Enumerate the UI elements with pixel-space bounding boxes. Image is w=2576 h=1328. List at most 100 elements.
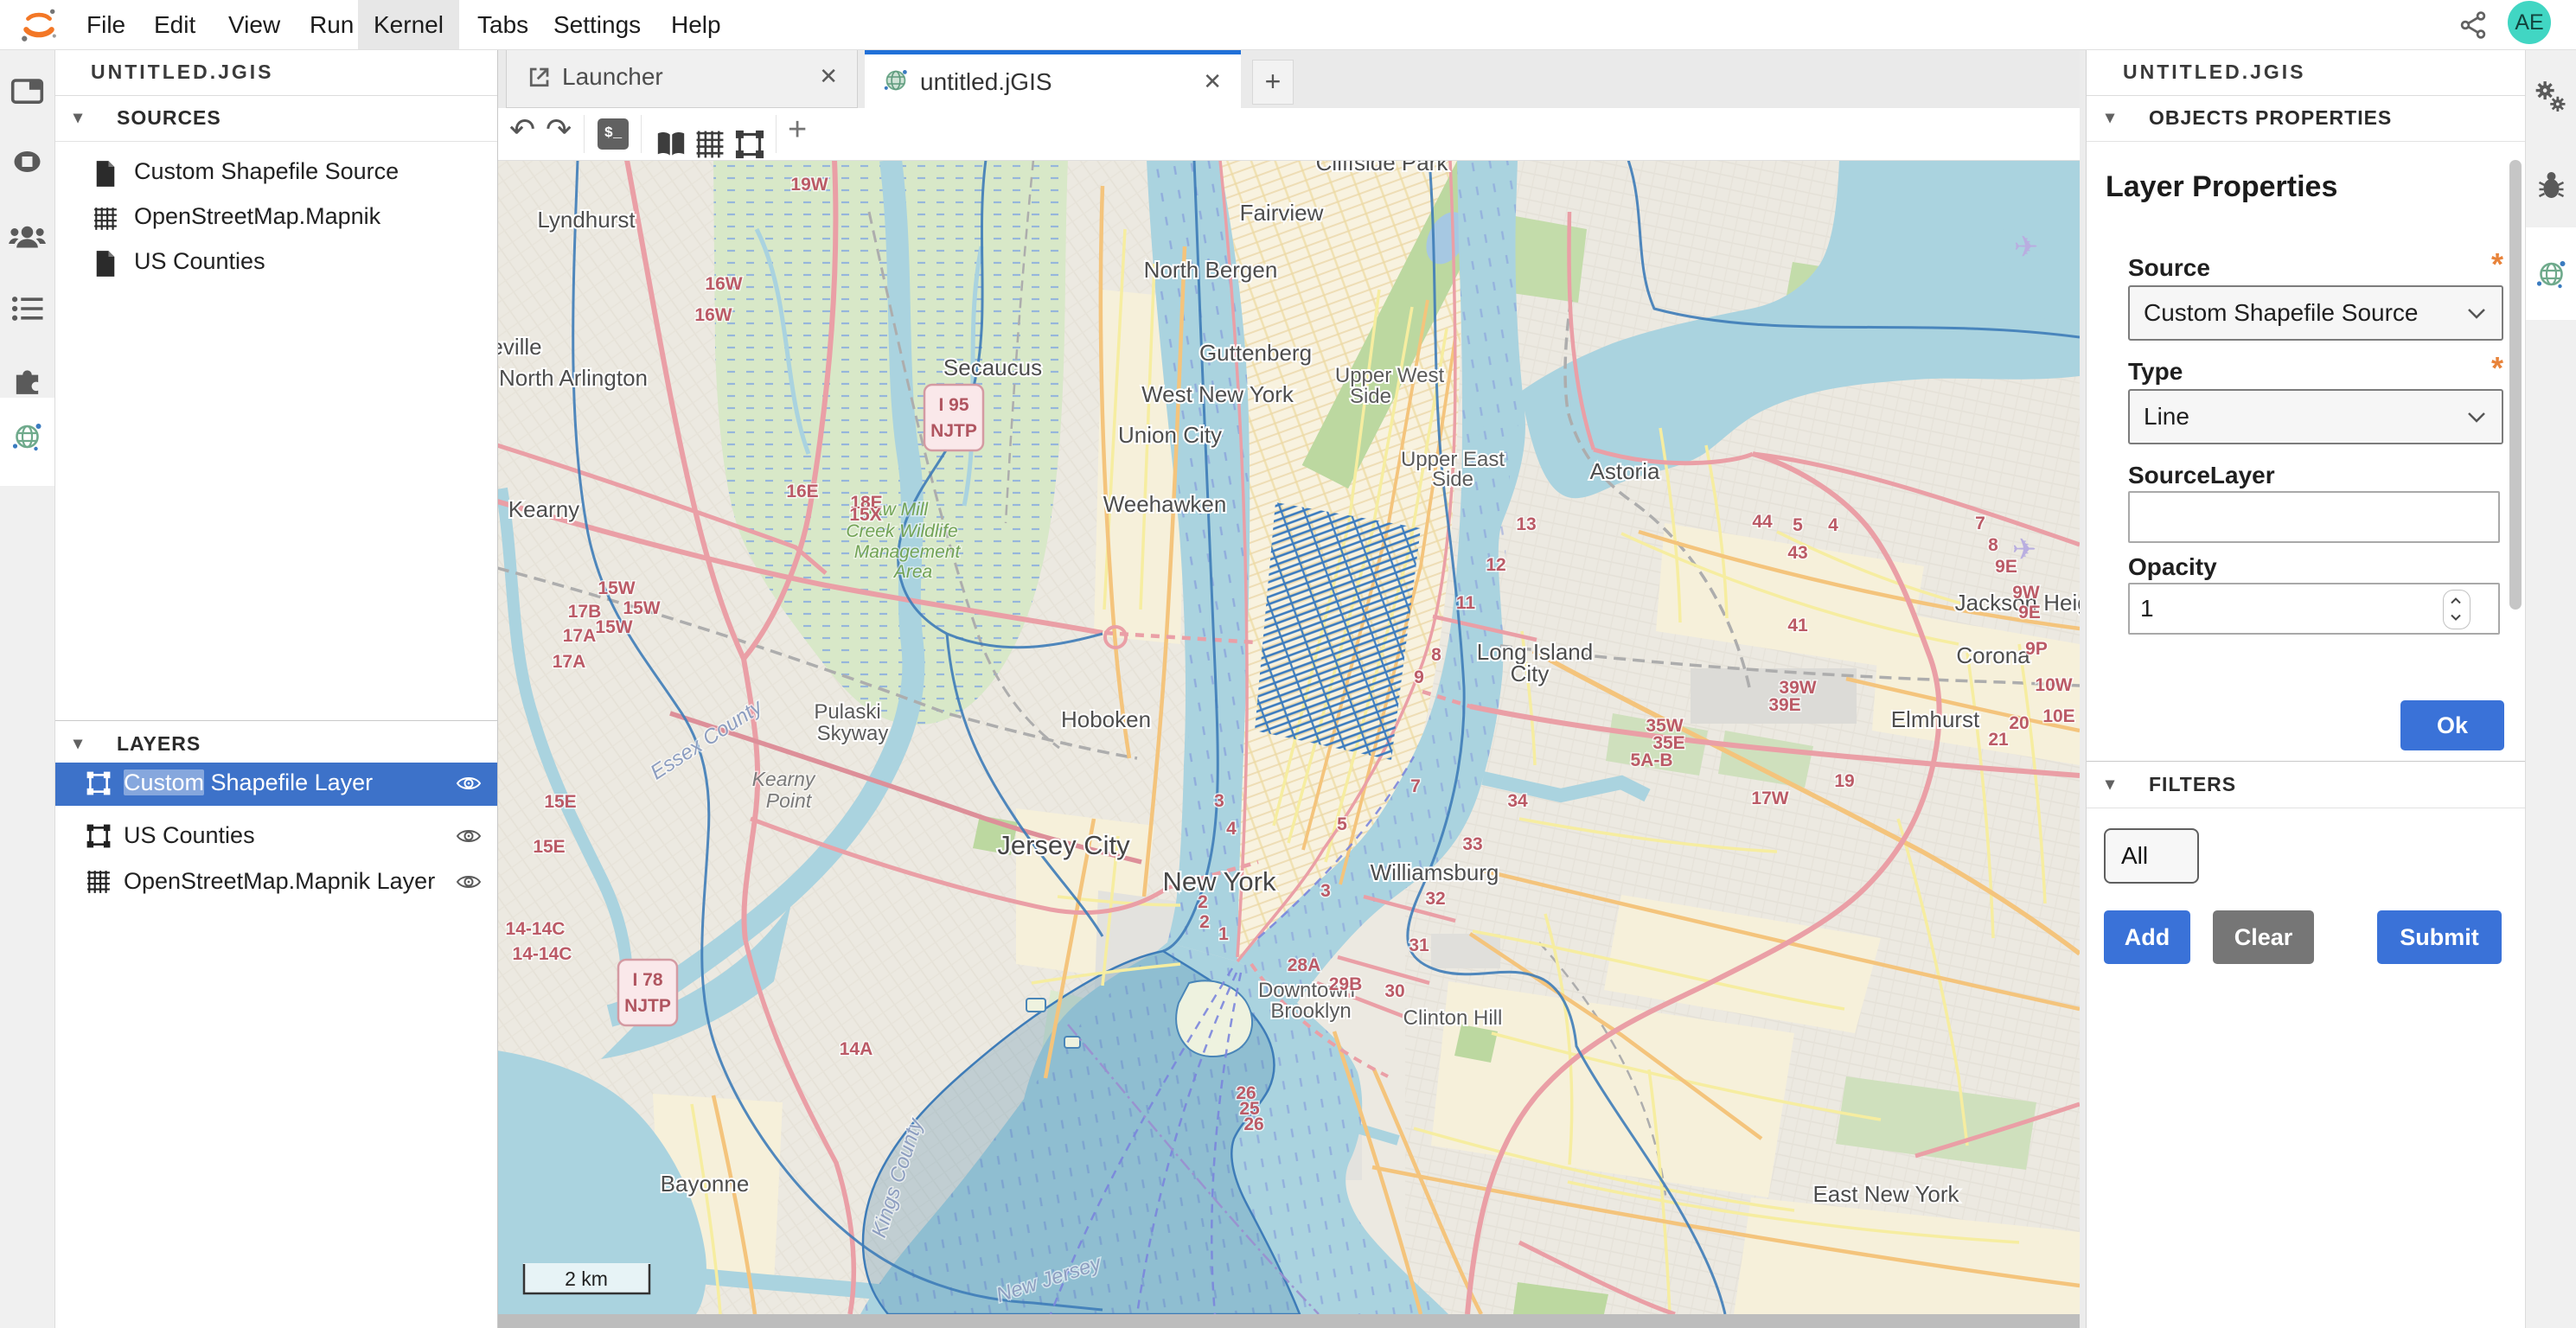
jupytergis-panel-icon[interactable] xyxy=(0,419,54,454)
menu-kernel[interactable]: Kernel xyxy=(358,0,459,49)
share-icon[interactable] xyxy=(2458,10,2489,41)
map-label: Secaucus xyxy=(943,354,1042,380)
chevron-down-icon: ▾ xyxy=(74,721,83,767)
layer-name: OpenStreetMap.Mapnik Layer xyxy=(124,868,435,895)
road-ref: 19 xyxy=(1834,771,1854,791)
sourcelayer-input[interactable] xyxy=(2128,491,2500,543)
filters-section-header[interactable]: ▾ FILTERS xyxy=(2087,761,2526,808)
toolbar-separator xyxy=(584,115,585,153)
basemap-button[interactable] xyxy=(655,118,687,170)
type-select[interactable]: Line xyxy=(2128,389,2503,444)
left-panel-title: UNTITLED.JGIS xyxy=(54,49,497,96)
vector-layer-button[interactable] xyxy=(734,118,765,170)
custom-shapefile-layer xyxy=(1255,502,1421,760)
jupytergis-right-panel-icon[interactable] xyxy=(2526,257,2576,291)
right-panel-title: UNTITLED.JGIS xyxy=(2087,49,2526,96)
panel-resize-handle[interactable] xyxy=(2080,49,2086,1328)
svg-text:I 95: I 95 xyxy=(938,395,968,415)
road-ref: 7 xyxy=(1975,514,1985,533)
road-ref: 44 xyxy=(1752,512,1773,532)
menu-edit[interactable]: Edit xyxy=(138,0,211,49)
road-ref: 8 xyxy=(1988,535,1998,555)
source-item-us-counties[interactable]: US Counties xyxy=(54,243,497,284)
sources-section-header[interactable]: ▾ SOURCES xyxy=(54,95,497,142)
source-select[interactable]: Custom Shapefile Source xyxy=(2128,285,2503,341)
eye-icon[interactable] xyxy=(456,825,482,847)
stepper-up-icon[interactable] xyxy=(2450,595,2462,607)
file-browser-icon[interactable] xyxy=(0,75,54,106)
raster-layer-button[interactable] xyxy=(694,118,725,170)
layers-section-label: LAYERS xyxy=(117,721,201,767)
opacity-stepper[interactable] xyxy=(2443,590,2471,629)
filters-section-label: FILTERS xyxy=(2149,762,2236,808)
road-ref: 2 xyxy=(1198,892,1208,912)
road-ref: 1 xyxy=(1218,924,1229,944)
road-ref: 16W xyxy=(705,274,742,294)
source-item-label: US Counties xyxy=(134,248,265,275)
source-item-osm-mapnik[interactable]: OpenStreetMap.Mapnik xyxy=(54,198,497,239)
map-label: eville xyxy=(497,334,542,360)
debugger-icon[interactable] xyxy=(2526,169,2576,203)
menu-bar: File Edit View Run Kernel Tabs Settings … xyxy=(0,0,2576,50)
map-label: Fairview xyxy=(1240,200,1324,226)
objects-properties-header[interactable]: ▾ OBJECTS PROPERTIES xyxy=(2087,95,2526,142)
layers-section-header[interactable]: ▾ LAYERS xyxy=(54,720,497,768)
eye-icon[interactable] xyxy=(456,772,482,795)
close-icon[interactable]: ✕ xyxy=(819,63,838,90)
road-ref: 4 xyxy=(1828,515,1838,535)
add-layer-button[interactable]: + xyxy=(788,112,807,163)
redo-button[interactable]: ↷ xyxy=(546,112,572,163)
property-inspector-icon[interactable] xyxy=(2526,80,2576,116)
source-item-custom-shapefile[interactable]: Custom Shapefile Source xyxy=(54,153,497,195)
layer-row-osm-mapnik[interactable]: OpenStreetMap.Mapnik Layer xyxy=(54,861,497,904)
undo-button[interactable]: ↶ xyxy=(509,112,535,163)
ok-button[interactable]: Ok xyxy=(2400,700,2504,750)
avatar[interactable]: AE xyxy=(2508,1,2551,44)
clear-filters-button[interactable]: Clear xyxy=(2213,910,2314,964)
filter-logic-chip[interactable]: All xyxy=(2104,828,2199,884)
map-canvas[interactable]: I 95NJTP I 78NJTP ✈✈ Cliffside ParkLyndh… xyxy=(497,160,2080,1314)
road-ref: 33 xyxy=(1462,834,1482,854)
road-ref: 39E xyxy=(1768,695,1800,715)
stepper-down-icon[interactable] xyxy=(2450,611,2462,623)
layer-row-us-counties[interactable]: US Counties xyxy=(54,815,497,859)
road-ref: 16E xyxy=(786,482,818,501)
map-label: Upper West xyxy=(1335,364,1445,387)
toolbar-separator xyxy=(776,115,777,153)
road-ref: 28A xyxy=(1288,955,1321,975)
dock-tab-bar: Launcher ✕ untitled.jGIS ✕ + xyxy=(497,49,2080,109)
running-sessions-icon[interactable] xyxy=(0,146,54,177)
submit-filters-button[interactable]: Submit xyxy=(2377,910,2502,964)
road-ref: 5 xyxy=(1337,814,1347,834)
map-label: Side xyxy=(1350,385,1391,408)
menu-tabs[interactable]: Tabs xyxy=(462,0,544,49)
new-tab-button[interactable]: + xyxy=(1252,60,1294,105)
console-button[interactable]: $_ xyxy=(598,118,629,150)
road-ref: 10E xyxy=(2042,706,2074,726)
road-ref: 4 xyxy=(1226,819,1237,839)
tab-untitled-jgis[interactable]: untitled.jGIS ✕ xyxy=(865,49,1241,112)
layer-row-custom-shapefile[interactable]: Custom Shapefile Layer xyxy=(54,763,497,806)
menu-settings[interactable]: Settings xyxy=(538,0,656,49)
menu-view[interactable]: View xyxy=(213,0,296,49)
map-label: West New York xyxy=(1141,381,1294,407)
tab-launcher[interactable]: Launcher ✕ xyxy=(506,49,858,108)
layer-name-highlight: Custom xyxy=(124,769,204,795)
extension-manager-icon[interactable] xyxy=(0,364,54,397)
sources-section-label: SOURCES xyxy=(117,95,221,141)
road-ref: 12 xyxy=(1486,555,1505,575)
menu-help[interactable]: Help xyxy=(655,0,737,49)
map-label: Area xyxy=(892,562,932,582)
eye-icon[interactable] xyxy=(456,871,482,893)
collaborators-icon[interactable] xyxy=(0,220,54,252)
road-ref: 15E xyxy=(533,837,565,857)
panel-scrollbar[interactable] xyxy=(2509,160,2522,610)
chevron-down-icon: ▾ xyxy=(74,95,83,141)
map-label: East New York xyxy=(1812,1181,1959,1207)
table-of-contents-icon[interactable] xyxy=(0,293,54,324)
map-label: Hoboken xyxy=(1061,706,1151,732)
menu-file[interactable]: File xyxy=(71,0,141,49)
chevron-down-icon xyxy=(2467,308,2486,319)
add-filter-button[interactable]: Add xyxy=(2104,910,2190,964)
close-icon[interactable]: ✕ xyxy=(1203,68,1222,95)
